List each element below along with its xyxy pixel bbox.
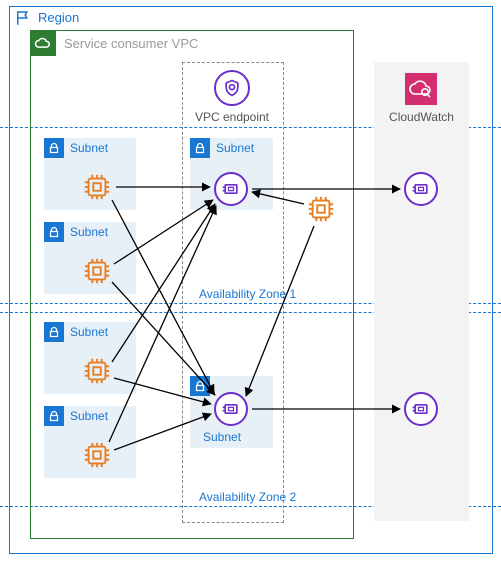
- cloudwatch-icon: [405, 73, 437, 105]
- network-interface-icon: [404, 392, 438, 426]
- flag-icon: [14, 9, 32, 32]
- az2-label: Availability Zone 2: [199, 490, 296, 504]
- network-interface-icon: [404, 172, 438, 206]
- subnet-label: Subnet: [216, 141, 254, 155]
- subnet-label: Subnet: [70, 141, 108, 155]
- cloud-icon: [30, 30, 56, 56]
- cpu-icon: [306, 194, 336, 224]
- lock-icon: [44, 406, 64, 426]
- subnet-label: Subnet: [203, 430, 241, 444]
- az1-label: Availability Zone 1: [199, 287, 296, 301]
- lock-icon: [44, 138, 64, 158]
- cpu-icon: [82, 356, 112, 386]
- region-label: Region: [38, 10, 79, 25]
- privatelink-icon: [214, 70, 250, 106]
- vpc-label: Service consumer VPC: [64, 36, 198, 51]
- subnet-label: Subnet: [70, 325, 108, 339]
- lock-icon: [190, 376, 210, 396]
- network-interface-icon: [214, 392, 248, 426]
- cloudwatch-panel: [374, 62, 469, 521]
- cloudwatch-label: CloudWatch: [374, 110, 469, 124]
- vpc-endpoint-label: VPC endpoint: [182, 110, 282, 124]
- lock-icon: [44, 222, 64, 242]
- diagram-canvas: Region Service consumer VPC CloudWatch V…: [0, 0, 501, 561]
- lock-icon: [190, 138, 210, 158]
- lock-icon: [44, 322, 64, 342]
- subnet-label: Subnet: [70, 225, 108, 239]
- cpu-icon: [82, 440, 112, 470]
- cpu-icon: [82, 172, 112, 202]
- network-interface-icon: [214, 172, 248, 206]
- cpu-icon: [82, 256, 112, 286]
- subnet-label: Subnet: [70, 409, 108, 423]
